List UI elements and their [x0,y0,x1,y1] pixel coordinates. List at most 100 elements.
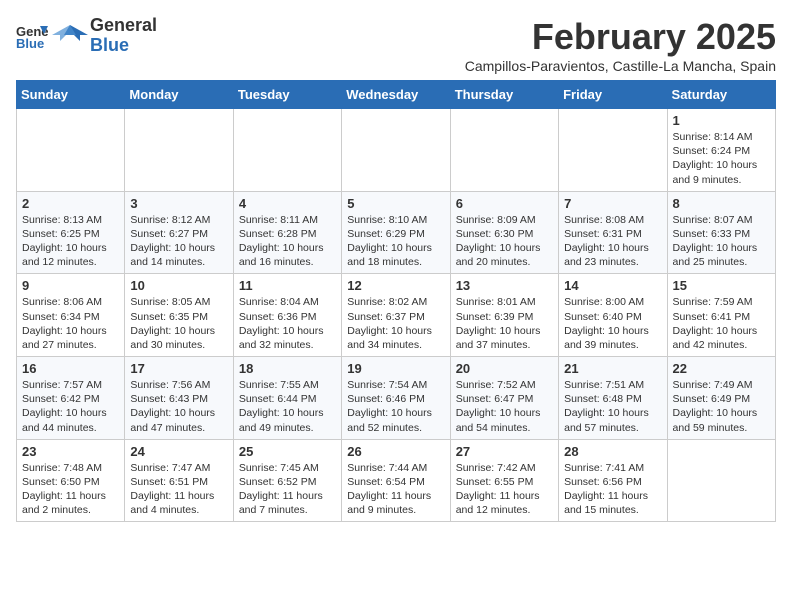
day-number: 20 [456,361,553,376]
day-number: 22 [673,361,770,376]
day-info: Sunrise: 8:04 AM Sunset: 6:36 PM Dayligh… [239,295,336,352]
month-title: February 2025 [465,16,776,58]
column-header-sunday: Sunday [17,81,125,109]
day-info: Sunrise: 8:12 AM Sunset: 6:27 PM Dayligh… [130,213,227,270]
day-info: Sunrise: 8:08 AM Sunset: 6:31 PM Dayligh… [564,213,661,270]
calendar-cell [125,109,233,192]
day-info: Sunrise: 8:14 AM Sunset: 6:24 PM Dayligh… [673,130,770,187]
calendar-cell: 21 Sunrise: 7:51 AM Sunset: 6:48 PM Dayli… [559,357,667,440]
calendar-cell: 17 Sunrise: 7:56 AM Sunset: 6:43 PM Dayli… [125,357,233,440]
day-number: 25 [239,444,336,459]
calendar-cell: 15 Sunrise: 7:59 AM Sunset: 6:41 PM Dayli… [667,274,775,357]
day-number: 19 [347,361,444,376]
svg-text:Blue: Blue [16,36,44,50]
day-number: 5 [347,196,444,211]
day-number: 17 [130,361,227,376]
column-header-thursday: Thursday [450,81,558,109]
calendar-cell: 3 Sunrise: 8:12 AM Sunset: 6:27 PM Daylig… [125,191,233,274]
day-info: Sunrise: 7:42 AM Sunset: 6:55 PM Dayligh… [456,461,553,518]
calendar-cell: 1 Sunrise: 8:14 AM Sunset: 6:24 PM Daylig… [667,109,775,192]
calendar-cell: 10 Sunrise: 8:05 AM Sunset: 6:35 PM Dayli… [125,274,233,357]
day-number: 27 [456,444,553,459]
calendar-cell: 2 Sunrise: 8:13 AM Sunset: 6:25 PM Daylig… [17,191,125,274]
calendar-cell: 24 Sunrise: 7:47 AM Sunset: 6:51 PM Dayli… [125,439,233,522]
day-number: 9 [22,278,119,293]
day-info: Sunrise: 7:47 AM Sunset: 6:51 PM Dayligh… [130,461,227,518]
day-number: 16 [22,361,119,376]
day-info: Sunrise: 8:13 AM Sunset: 6:25 PM Dayligh… [22,213,119,270]
day-number: 8 [673,196,770,211]
calendar-cell: 7 Sunrise: 8:08 AM Sunset: 6:31 PM Daylig… [559,191,667,274]
column-header-wednesday: Wednesday [342,81,450,109]
day-info: Sunrise: 8:11 AM Sunset: 6:28 PM Dayligh… [239,213,336,270]
calendar-cell: 23 Sunrise: 7:48 AM Sunset: 6:50 PM Dayli… [17,439,125,522]
day-info: Sunrise: 7:48 AM Sunset: 6:50 PM Dayligh… [22,461,119,518]
day-info: Sunrise: 8:05 AM Sunset: 6:35 PM Dayligh… [130,295,227,352]
day-info: Sunrise: 7:55 AM Sunset: 6:44 PM Dayligh… [239,378,336,435]
day-number: 15 [673,278,770,293]
week-row-5: 23 Sunrise: 7:48 AM Sunset: 6:50 PM Dayli… [17,439,776,522]
column-header-saturday: Saturday [667,81,775,109]
day-number: 1 [673,113,770,128]
calendar-cell: 12Sunrise: 8:02 AM Sunset: 6:37 PM Dayli… [342,274,450,357]
day-info: Sunrise: 7:59 AM Sunset: 6:41 PM Dayligh… [673,295,770,352]
calendar-cell: 11 Sunrise: 8:04 AM Sunset: 6:36 PM Dayli… [233,274,341,357]
day-number: 12 [347,278,444,293]
calendar-cell [233,109,341,192]
day-info: Sunrise: 8:10 AM Sunset: 6:29 PM Dayligh… [347,213,444,270]
column-header-friday: Friday [559,81,667,109]
day-info: Sunrise: 7:57 AM Sunset: 6:42 PM Dayligh… [22,378,119,435]
calendar-cell [17,109,125,192]
day-info: Sunrise: 8:07 AM Sunset: 6:33 PM Dayligh… [673,213,770,270]
day-info: Sunrise: 7:44 AM Sunset: 6:54 PM Dayligh… [347,461,444,518]
day-number: 28 [564,444,661,459]
calendar-cell: 18 Sunrise: 7:55 AM Sunset: 6:44 PM Dayli… [233,357,341,440]
calendar-cell: 6 Sunrise: 8:09 AM Sunset: 6:30 PM Daylig… [450,191,558,274]
day-info: Sunrise: 7:52 AM Sunset: 6:47 PM Dayligh… [456,378,553,435]
day-number: 18 [239,361,336,376]
day-number: 3 [130,196,227,211]
calendar-cell: 16 Sunrise: 7:57 AM Sunset: 6:42 PM Dayli… [17,357,125,440]
day-number: 11 [239,278,336,293]
calendar-cell: 28 Sunrise: 7:41 AM Sunset: 6:56 PM Dayli… [559,439,667,522]
day-number: 7 [564,196,661,211]
calendar-cell: 14 Sunrise: 8:00 AM Sunset: 6:40 PM Dayli… [559,274,667,357]
calendar-cell [342,109,450,192]
logo-general-text: General [90,15,157,35]
day-number: 23 [22,444,119,459]
day-number: 10 [130,278,227,293]
day-info: Sunrise: 7:56 AM Sunset: 6:43 PM Dayligh… [130,378,227,435]
calendar-header-row: SundayMondayTuesdayWednesdayThursdayFrid… [17,81,776,109]
day-info: Sunrise: 8:06 AM Sunset: 6:34 PM Dayligh… [22,295,119,352]
logo-bird-icon [52,21,88,51]
day-number: 21 [564,361,661,376]
calendar-cell: 5 Sunrise: 8:10 AM Sunset: 6:29 PM Daylig… [342,191,450,274]
column-header-tuesday: Tuesday [233,81,341,109]
day-number: 26 [347,444,444,459]
day-info: Sunrise: 7:51 AM Sunset: 6:48 PM Dayligh… [564,378,661,435]
day-info: Sunrise: 7:54 AM Sunset: 6:46 PM Dayligh… [347,378,444,435]
calendar-table: SundayMondayTuesdayWednesdayThursdayFrid… [16,80,776,522]
week-row-2: 2 Sunrise: 8:13 AM Sunset: 6:25 PM Daylig… [17,191,776,274]
calendar-cell: 8 Sunrise: 8:07 AM Sunset: 6:33 PM Daylig… [667,191,775,274]
week-row-3: 9 Sunrise: 8:06 AM Sunset: 6:34 PM Daylig… [17,274,776,357]
day-number: 2 [22,196,119,211]
day-info: Sunrise: 8:09 AM Sunset: 6:30 PM Dayligh… [456,213,553,270]
day-info: Sunrise: 7:41 AM Sunset: 6:56 PM Dayligh… [564,461,661,518]
calendar-cell: 20 Sunrise: 7:52 AM Sunset: 6:47 PM Dayli… [450,357,558,440]
day-number: 14 [564,278,661,293]
calendar-cell: 19 Sunrise: 7:54 AM Sunset: 6:46 PM Dayli… [342,357,450,440]
calendar-cell: 13Sunrise: 8:01 AM Sunset: 6:39 PM Dayli… [450,274,558,357]
day-info: Sunrise: 7:49 AM Sunset: 6:49 PM Dayligh… [673,378,770,435]
calendar-cell: 9 Sunrise: 8:06 AM Sunset: 6:34 PM Daylig… [17,274,125,357]
day-info: Sunrise: 8:00 AM Sunset: 6:40 PM Dayligh… [564,295,661,352]
day-number: 24 [130,444,227,459]
logo-icon: General Blue [16,22,48,50]
calendar-cell: 26 Sunrise: 7:44 AM Sunset: 6:54 PM Dayli… [342,439,450,522]
calendar-cell: 22 Sunrise: 7:49 AM Sunset: 6:49 PM Dayli… [667,357,775,440]
calendar-cell: 25Sunrise: 7:45 AM Sunset: 6:52 PM Dayli… [233,439,341,522]
day-number: 6 [456,196,553,211]
calendar-cell [559,109,667,192]
calendar-cell [667,439,775,522]
calendar-cell [450,109,558,192]
